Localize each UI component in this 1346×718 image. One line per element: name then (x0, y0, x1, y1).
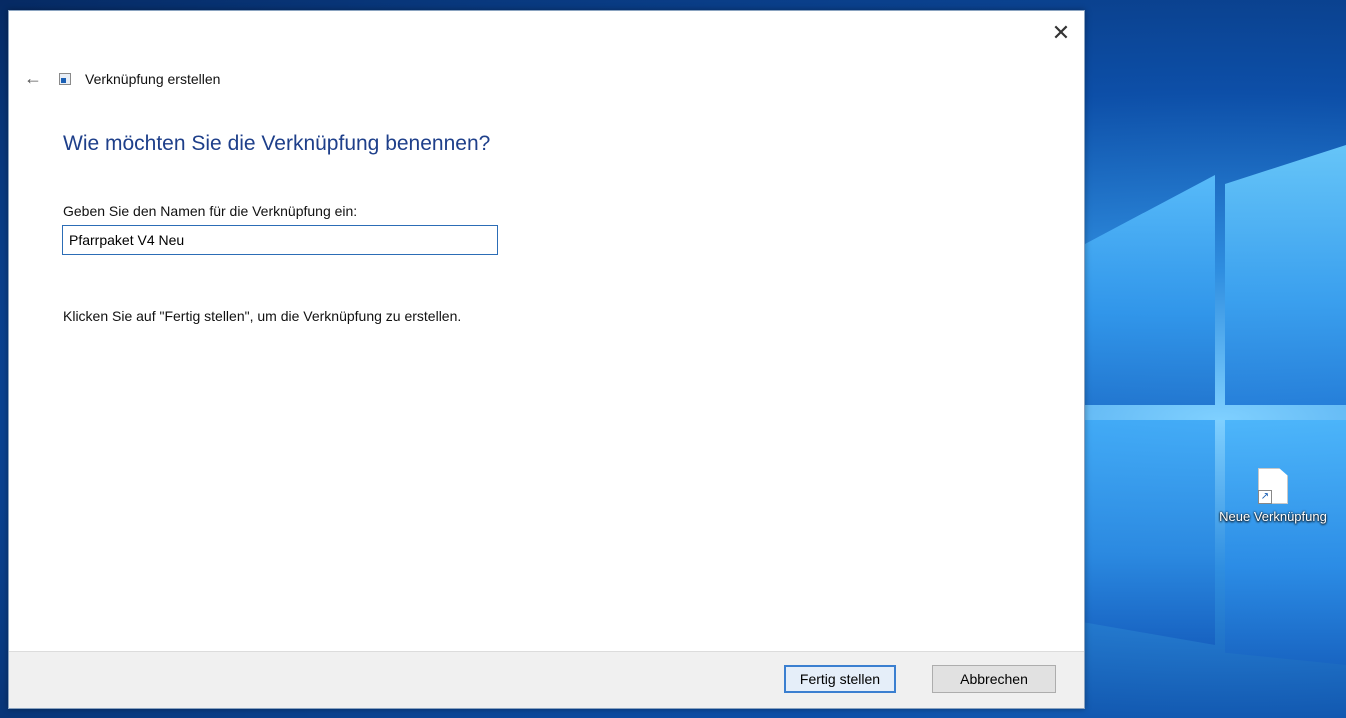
name-field-label: Geben Sie den Namen für die Verknüpfung … (63, 203, 358, 219)
wallpaper-pane (1085, 175, 1215, 405)
page-heading: Wie möchten Sie die Verknüpfung benennen… (63, 132, 491, 155)
close-icon[interactable]: ✕ (1038, 11, 1084, 55)
shortcut-arrow-icon: ↗ (1258, 490, 1272, 504)
back-arrow-icon[interactable]: ← (19, 68, 47, 89)
shortcut-icon (59, 72, 71, 85)
wallpaper-pane (1085, 420, 1215, 645)
finish-button[interactable]: Fertig stellen (784, 665, 896, 693)
desktop-shortcut-label: Neue Verknüpfung (1219, 509, 1327, 524)
wallpaper-pane (1225, 145, 1346, 405)
wallpaper-pane (1225, 420, 1346, 665)
cancel-button[interactable]: Abbrechen (932, 665, 1056, 693)
finish-hint: Klicken Sie auf "Fertig stellen", um die… (63, 308, 462, 324)
dialog-footer: Fertig stellen Abbrechen (9, 651, 1084, 708)
create-shortcut-dialog: ✕ ← Verknüpfung erstellen Wie möchten Si… (8, 10, 1085, 709)
dialog-title: Verknüpfung erstellen (85, 70, 221, 87)
dialog-titlebar: ← Verknüpfung erstellen (19, 68, 220, 89)
shortcut-file-icon: ↗ (1258, 468, 1288, 504)
shortcut-name-input[interactable] (62, 225, 498, 255)
desktop-shortcut[interactable]: ↗ Neue Verknüpfung (1200, 468, 1346, 526)
